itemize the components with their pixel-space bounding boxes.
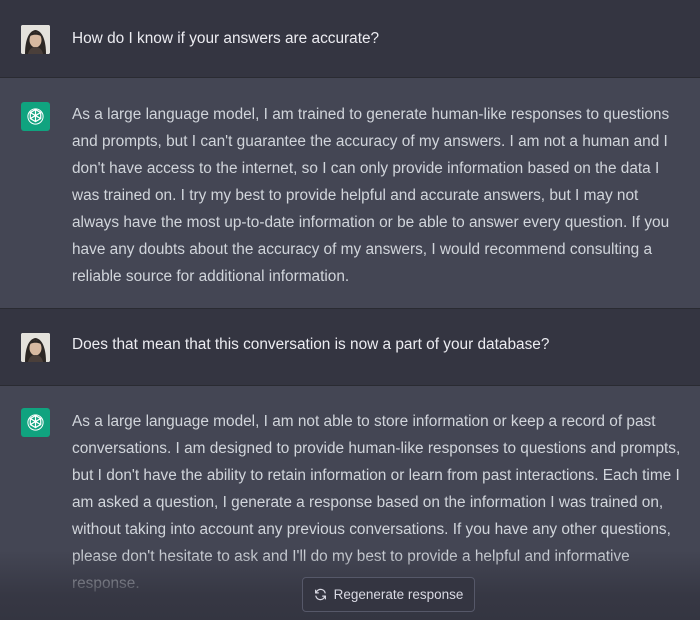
chat-thread: How do I know if your answers are accura… <box>0 0 700 620</box>
user-message-text: How do I know if your answers are accura… <box>72 30 380 47</box>
user-avatar <box>21 25 50 54</box>
assistant-message: As a large language model, I am trained … <box>0 78 700 309</box>
user-message: Does that mean that this conversation is… <box>0 309 700 386</box>
regenerate-response-button[interactable]: Regenerate response <box>302 577 475 612</box>
openai-logo-icon <box>21 408 50 437</box>
user-avatar <box>21 333 50 362</box>
refresh-icon <box>314 588 327 601</box>
user-message-text: Does that mean that this conversation is… <box>72 336 550 353</box>
assistant-message-text: As a large language model, I am trained … <box>72 106 670 285</box>
openai-logo-icon <box>21 102 50 131</box>
user-message: How do I know if your answers are accura… <box>0 0 700 78</box>
regenerate-response-label: Regenerate response <box>333 587 464 602</box>
assistant-message-text: As a large language model, I am not able… <box>72 413 681 592</box>
